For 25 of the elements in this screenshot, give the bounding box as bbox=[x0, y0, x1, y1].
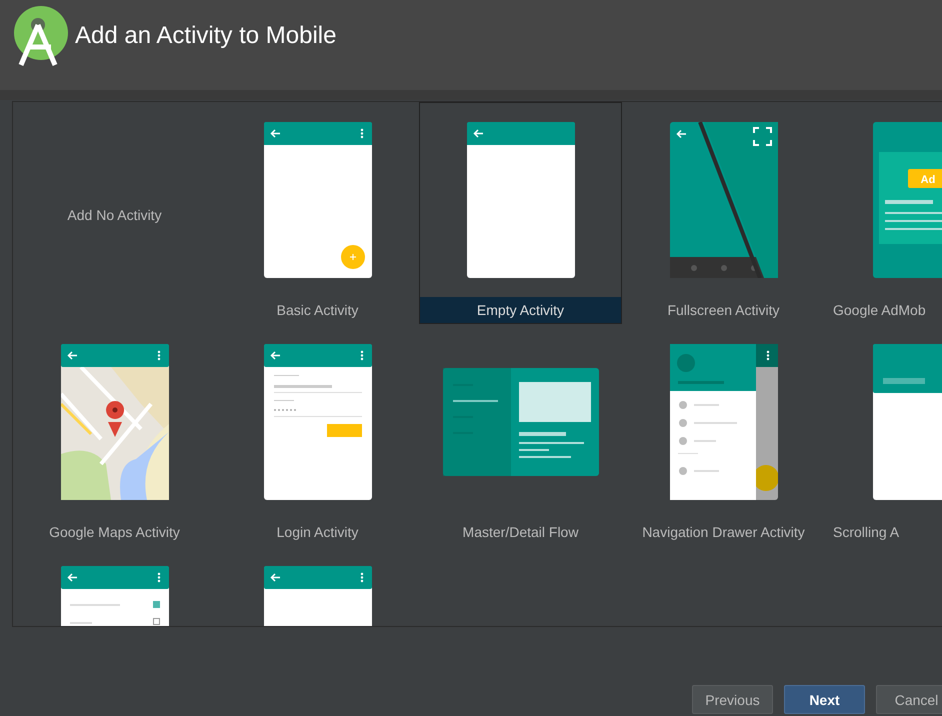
template-tile[interactable]: Empty Activity bbox=[419, 102, 622, 324]
template-tile[interactable]: Basic Activity bbox=[216, 102, 419, 324]
template-tile[interactable]: Login Activity bbox=[216, 324, 419, 546]
template-label: Master/Detail Flow bbox=[462, 523, 580, 542]
dialog-button[interactable]: Previous bbox=[692, 685, 773, 714]
template-label: Navigation Drawer Activity bbox=[641, 523, 806, 542]
template-label: Empty Activity bbox=[420, 297, 621, 323]
template-label: Basic Activity bbox=[276, 301, 360, 320]
template-tile[interactable]: Google Maps Activity bbox=[13, 324, 216, 546]
template-label: Google AdMob bbox=[832, 301, 927, 320]
template-label: Add No Activity bbox=[67, 207, 162, 223]
template-label: Google Maps Activity bbox=[48, 523, 181, 542]
window-title: Add an Activity to Mobile bbox=[75, 22, 336, 50]
template-label: Scrolling A bbox=[832, 523, 900, 542]
template-tile[interactable]: Ad Google AdMob bbox=[825, 102, 942, 324]
template-tile[interactable]: Add No Activity bbox=[13, 102, 216, 324]
template-label: Fullscreen Activity bbox=[666, 301, 781, 320]
template-tile[interactable]: Navigation Drawer Activity bbox=[622, 324, 825, 546]
dialog-button[interactable]: Cancel bbox=[876, 685, 942, 714]
template-tile[interactable]: Fullscreen Activity bbox=[622, 102, 825, 324]
template-tile[interactable]: Scrolling A bbox=[825, 324, 942, 546]
phone-preview-drawing: Ad bbox=[872, 122, 942, 278]
template-label: Login Activity bbox=[276, 523, 360, 542]
template-tile[interactable]: Master/Detail Flow bbox=[419, 324, 622, 546]
dialog-button[interactable]: Next bbox=[784, 685, 865, 714]
